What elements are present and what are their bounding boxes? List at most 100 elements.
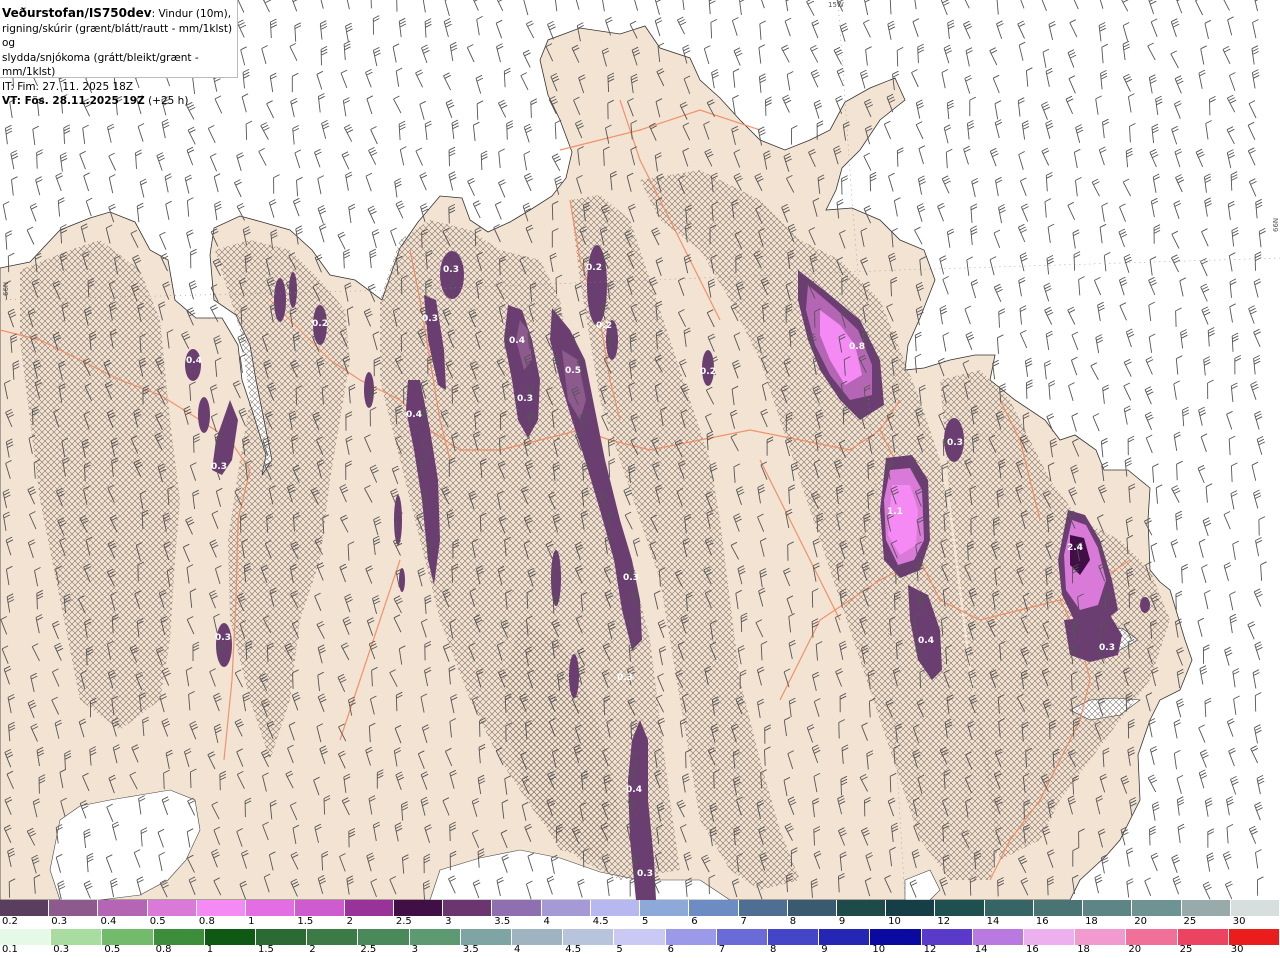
weather-map[interactable]: 0.3 0.4 0.3 0.5 0.3 0.2 0.4 0.2 0.8 0.3 … <box>0 0 1280 900</box>
snow-legend-label: 1 <box>248 916 255 927</box>
snow-legend-swatch <box>541 900 591 916</box>
rain-legend-label: 2.5 <box>360 944 377 955</box>
snow-legend-swatch <box>344 900 394 916</box>
rain-legend-label: 8 <box>770 944 777 955</box>
rain-legend-label: 3.5 <box>462 944 479 955</box>
rain-legend-swatch <box>460 929 513 945</box>
snow-legend-swatch <box>738 900 788 916</box>
value-label: 0.3 <box>211 462 227 472</box>
snow-legend-swatch <box>196 900 247 916</box>
rain-legend-swatch <box>1228 929 1280 945</box>
rain-legend-label: 0.8 <box>155 944 172 955</box>
snow-legend-label: 0.5 <box>149 916 166 927</box>
snow-legend-swatch <box>98 900 148 916</box>
snow-legend-label: 2 <box>346 916 353 927</box>
snow-legend-swatch <box>590 900 641 916</box>
rain-legend-label: 9 <box>821 944 828 955</box>
snow-legend-label: 5 <box>642 916 649 927</box>
snow-legend-label: 12 <box>937 916 951 927</box>
snow-legend-swatch <box>1181 900 1231 916</box>
description-line-3: slydda/snjókoma (grátt/bleikt/grænt - mm… <box>2 51 199 79</box>
rain-legend-swatch <box>768 929 820 945</box>
model-name: Veðurstofan/IS750dev <box>2 6 152 20</box>
snow-legend-swatch <box>1132 900 1182 916</box>
rain-legend-swatch <box>102 929 154 945</box>
rain-legend-swatch <box>1024 929 1076 945</box>
value-label: 0.4 <box>626 785 642 795</box>
value-label: 0.3 <box>443 265 459 275</box>
snow-legend-label: 16 <box>1035 916 1049 927</box>
snow-legend-label: 2.5 <box>395 916 412 927</box>
rain-legend-swatch <box>665 929 717 945</box>
value-label: 0.8 <box>849 342 865 352</box>
rain-legend-label: 30 <box>1230 944 1244 955</box>
rain-legend-label: 4 <box>514 944 521 955</box>
snow-legend-swatch <box>787 900 837 916</box>
value-label: 0.4 <box>918 636 934 646</box>
snow-legend-label: 4.5 <box>592 916 609 927</box>
rain-legend-swatch <box>870 929 922 945</box>
snow-legend-label: 25 <box>1183 916 1197 927</box>
value-label: 0.4 <box>509 336 525 346</box>
rain-legend-label: 0.3 <box>53 944 70 955</box>
value-label: 0.4 <box>186 356 202 366</box>
snow-legend-label: 4 <box>543 916 550 927</box>
value-label: 1.1 <box>887 507 903 517</box>
rain-legend-swatch <box>1075 929 1127 945</box>
rain-legend-swatch <box>512 929 564 945</box>
snow-legend-swatch <box>935 900 985 916</box>
snow-legend-label: 7 <box>740 916 747 927</box>
snow-legend-swatch <box>689 900 739 916</box>
snow-legend-labels: 0.2 0.3 0.4 0.5 0.8 1 1.5 2 2.5 3 3.5 4 4.5 5 6 7 8 9 10 12… <box>0 916 1280 930</box>
snow-legend-swatch <box>492 900 542 916</box>
snow-legend-swatch <box>640 900 690 916</box>
value-label: 2.4 <box>1067 543 1083 553</box>
snow-legend-label: 1.5 <box>297 916 314 927</box>
snow-legend-bar <box>0 900 1280 916</box>
rain-legend-swatch <box>563 929 615 945</box>
snow-legend-swatch <box>49 900 99 916</box>
rain-legend-label: 4.5 <box>565 944 582 955</box>
rain-legend-label: 12 <box>923 944 937 955</box>
rain-legend-label: 1.5 <box>258 944 274 955</box>
rain-legend-label: 1 <box>206 944 214 955</box>
snow-legend-label: 0.8 <box>198 916 215 927</box>
rain-legend-label: 0.1 <box>2 944 18 955</box>
rain-legend-label: 6 <box>667 944 674 955</box>
value-label: 0.2 <box>312 319 328 329</box>
rain-legend-swatch <box>972 929 1025 945</box>
rain-legend-label: 14 <box>974 944 988 955</box>
value-label: 0.2 <box>700 367 716 377</box>
rain-legend-swatch <box>153 929 205 945</box>
rain-legend-swatch <box>358 929 410 945</box>
rain-legend-label: 25 <box>1179 944 1193 955</box>
snow-legend-swatch <box>886 900 936 916</box>
snow-legend-label: 10 <box>888 916 901 927</box>
rain-legend-label: 0.5 <box>104 944 121 955</box>
snow-legend-label: 14 <box>986 916 1000 927</box>
rain-legend-swatch <box>1177 929 1229 945</box>
snow-legend-label: 6 <box>691 916 698 927</box>
snow-legend-swatch <box>246 900 296 916</box>
value-label: 0.3 <box>947 438 963 448</box>
rain-legend-swatch <box>256 929 308 945</box>
value-label: 0.3 <box>617 673 633 683</box>
rain-legend-label: 3 <box>411 944 418 955</box>
value-label: 0.4 <box>406 410 422 420</box>
value-label: 0.3 <box>637 869 653 879</box>
snow-legend-label: 9 <box>838 916 846 927</box>
snow-legend-swatch <box>836 900 887 916</box>
rain-legend-label: 20 <box>1128 944 1142 955</box>
rain-legend-swatch <box>409 929 461 945</box>
latitude-label-right: 66N <box>1272 217 1280 232</box>
snow-legend-label: 18 <box>1085 916 1098 927</box>
snow-legend-swatch <box>1083 900 1133 916</box>
snow-legend-label: 8 <box>789 916 797 927</box>
value-label: 0.3 <box>623 573 639 583</box>
value-label: 0.2 <box>596 321 612 331</box>
snow-legend-swatch <box>1033 900 1084 916</box>
snow-legend-label: 30 <box>1232 916 1246 927</box>
rain-legend-swatch <box>819 929 871 945</box>
snow-legend-label: 3 <box>445 916 452 927</box>
snow-legend-label: 0.4 <box>100 916 117 927</box>
